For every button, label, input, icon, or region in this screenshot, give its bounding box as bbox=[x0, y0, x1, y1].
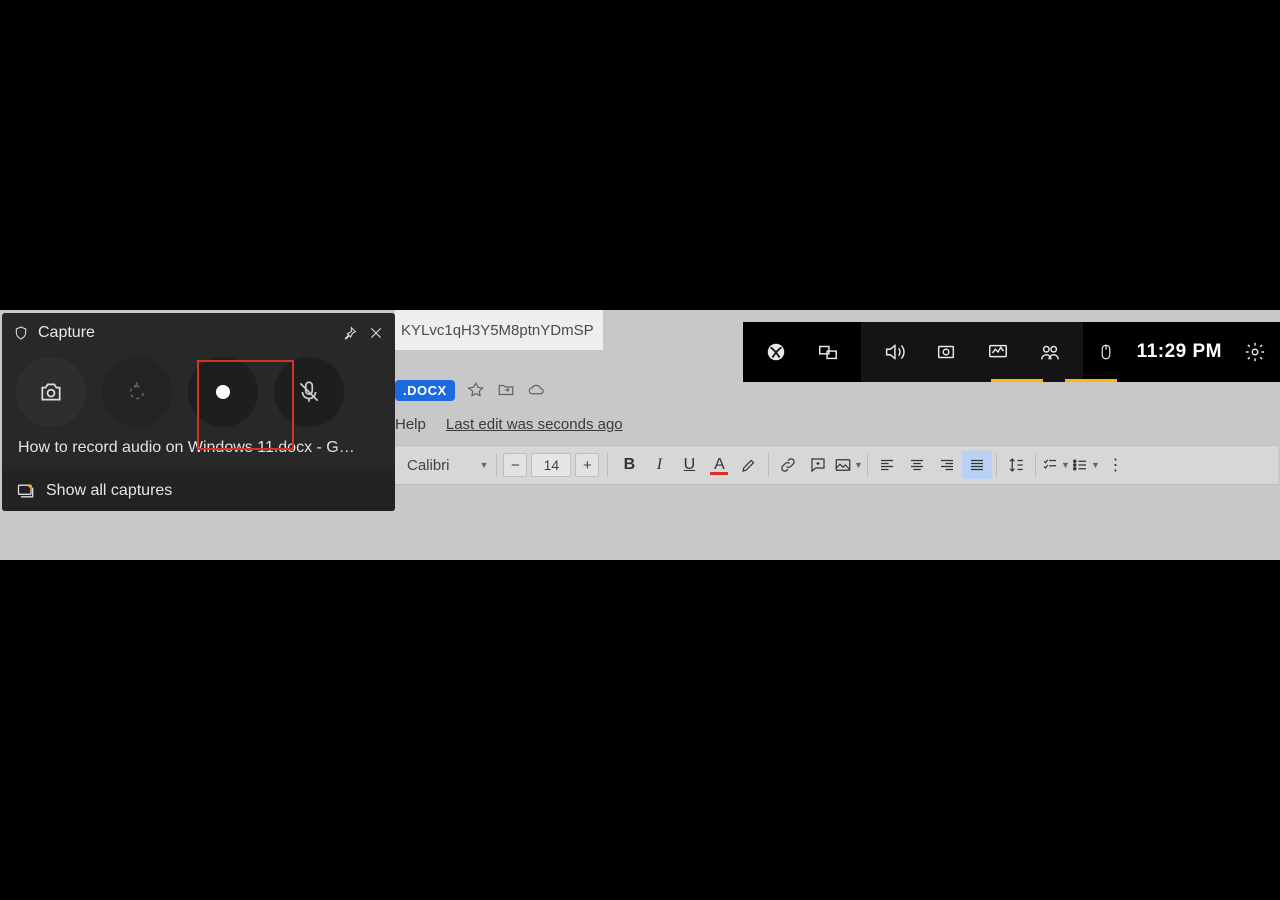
move-folder-icon[interactable] bbox=[497, 381, 515, 399]
underline-button[interactable]: U bbox=[674, 451, 704, 479]
record-last-button[interactable] bbox=[102, 357, 172, 427]
settings-icon[interactable] bbox=[1244, 341, 1266, 363]
caret-down-icon: ▼ bbox=[1061, 460, 1070, 470]
capture-shield-icon bbox=[12, 324, 30, 342]
close-icon[interactable] bbox=[367, 324, 385, 342]
insert-comment-button[interactable] bbox=[803, 451, 833, 479]
caret-down-icon: ▼ bbox=[854, 460, 863, 470]
xbox-social-icon[interactable] bbox=[1039, 341, 1061, 363]
font-size-decrease-button[interactable]: − bbox=[503, 453, 527, 477]
docs-toolbar: Calibri ▼ − 14 + B I U A ▼ bbox=[395, 445, 1278, 485]
toolbar-separator bbox=[996, 453, 997, 477]
capture-widget-header: Capture bbox=[2, 313, 395, 353]
insert-link-button[interactable] bbox=[773, 451, 803, 479]
pin-icon[interactable] bbox=[341, 324, 359, 342]
show-all-captures-button[interactable]: Show all captures bbox=[2, 471, 395, 511]
tutorial-highlight-box bbox=[197, 360, 294, 450]
toolbar-separator bbox=[867, 453, 868, 477]
widgets-icon[interactable] bbox=[817, 341, 839, 363]
line-spacing-button[interactable] bbox=[1001, 451, 1031, 479]
performance-icon[interactable] bbox=[987, 341, 1009, 363]
url-fragment: KYLvc1qH3Y5M8ptnYDmSP bbox=[395, 310, 603, 350]
font-size-increase-button[interactable]: + bbox=[575, 453, 599, 477]
highlight-color-button[interactable] bbox=[734, 451, 764, 479]
bold-button[interactable]: B bbox=[614, 451, 644, 479]
clock: 11:29 PM bbox=[1137, 341, 1222, 363]
font-size-value[interactable]: 14 bbox=[531, 453, 571, 477]
caret-down-icon: ▼ bbox=[480, 460, 489, 470]
caret-down-icon: ▼ bbox=[1091, 460, 1100, 470]
insert-image-button[interactable]: ▼ bbox=[833, 451, 863, 479]
screenshot-button[interactable] bbox=[16, 357, 86, 427]
toolbar-separator bbox=[768, 453, 769, 477]
help-menu[interactable]: Help bbox=[395, 416, 426, 433]
bulleted-list-button[interactable]: ▼ bbox=[1070, 451, 1100, 479]
text-color-button[interactable]: A bbox=[704, 451, 734, 479]
cloud-status-icon[interactable] bbox=[527, 381, 545, 399]
mouse-icon[interactable] bbox=[1097, 341, 1115, 363]
align-left-button[interactable] bbox=[872, 451, 902, 479]
font-family-label: Calibri bbox=[407, 457, 450, 474]
star-icon[interactable] bbox=[467, 381, 485, 399]
checklist-button[interactable]: ▼ bbox=[1040, 451, 1070, 479]
show-all-captures-label: Show all captures bbox=[46, 482, 172, 500]
gamebar-segment-left bbox=[743, 322, 861, 382]
capture-widget-icon[interactable] bbox=[935, 341, 957, 363]
docs-menu-bar: Help Last edit was seconds ago bbox=[395, 410, 1278, 438]
toolbar-separator bbox=[1035, 453, 1036, 477]
align-justify-button[interactable] bbox=[962, 451, 992, 479]
more-tools-button[interactable]: ⋮ bbox=[1100, 451, 1130, 479]
align-center-button[interactable] bbox=[902, 451, 932, 479]
font-family-select[interactable]: Calibri ▼ bbox=[399, 454, 497, 477]
capture-widget-title: Capture bbox=[38, 324, 333, 342]
docx-badge: .DOCX bbox=[395, 380, 455, 401]
align-right-button[interactable] bbox=[932, 451, 962, 479]
gamebar-segment-right: 11:29 PM bbox=[1083, 322, 1280, 382]
italic-button[interactable]: I bbox=[644, 451, 674, 479]
xbox-icon[interactable] bbox=[765, 341, 787, 363]
last-edit-link[interactable]: Last edit was seconds ago bbox=[446, 416, 623, 433]
xbox-game-bar: 11:29 PM bbox=[743, 322, 1280, 382]
gamebar-segment-center bbox=[861, 322, 1083, 382]
audio-icon[interactable] bbox=[883, 341, 905, 363]
